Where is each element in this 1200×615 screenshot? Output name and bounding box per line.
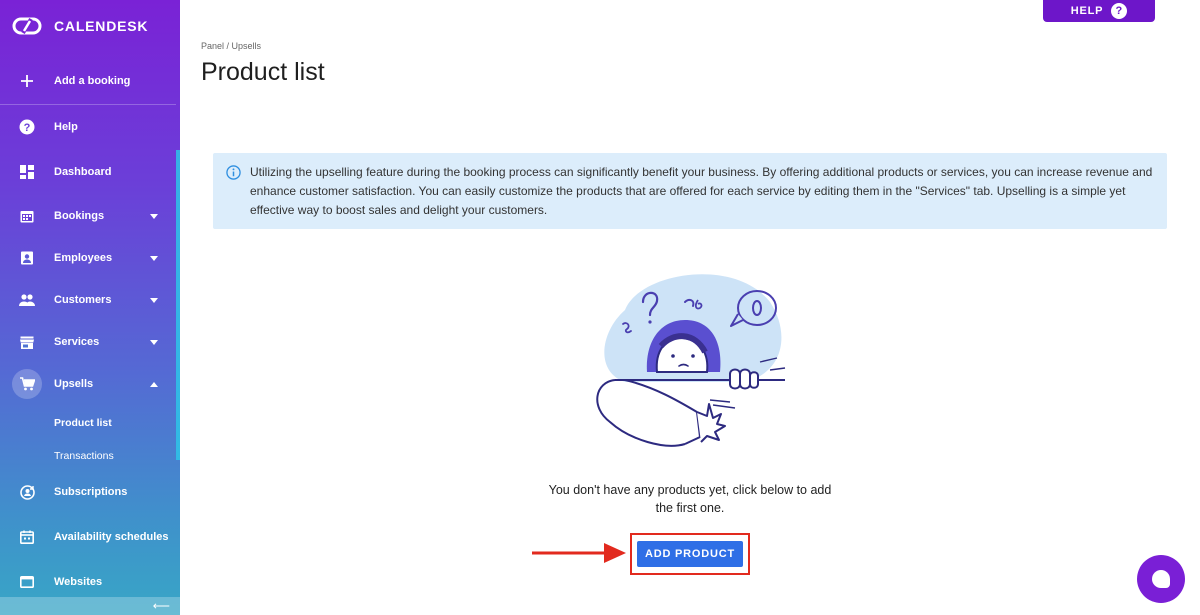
sidebar-item-label: Customers [54, 294, 112, 306]
calendar-icon [18, 207, 36, 225]
sidebar-item-label: Add a booking [54, 75, 131, 87]
sidebar-item-label: Help [54, 121, 78, 133]
question-circle-icon: ? [18, 118, 36, 136]
sidebar-item-label: Bookings [54, 210, 105, 222]
sidebar-item-subscriptions[interactable]: Subscriptions [0, 472, 176, 512]
sidebar-item-customers[interactable]: Customers [0, 280, 176, 320]
question-icon: ? [1111, 3, 1128, 19]
sidebar-item-services[interactable]: Services [0, 322, 176, 362]
empty-state-illustration [596, 274, 786, 447]
plus-icon [18, 72, 36, 90]
sidebar-item-help[interactable]: ? Help [0, 107, 176, 147]
help-button[interactable]: HELP ? [1043, 0, 1155, 22]
chevron-up-icon [150, 381, 158, 387]
sidebar-divider [0, 104, 176, 105]
sidebar-item-label: Websites [54, 576, 103, 588]
info-icon [226, 165, 241, 180]
sidebar-item-label: Dashboard [54, 166, 112, 178]
chevron-down-icon [150, 255, 158, 261]
sidebar-item-add-booking[interactable]: Add a booking [0, 61, 176, 101]
sidebar-item-employees[interactable]: Employees [0, 238, 176, 278]
schedule-calendar-icon [18, 528, 36, 546]
sidebar-subitem-product-list[interactable]: Product list [54, 417, 112, 429]
sidebar-item-label: Availability schedules [54, 531, 169, 543]
sidebar-item-dashboard[interactable]: Dashboard [0, 152, 176, 192]
id-badge-icon [18, 249, 36, 267]
sidebar-scrollbar[interactable] [176, 150, 180, 460]
arrow-left-icon: ⟵ [152, 599, 170, 613]
sidebar-item-label: Services [54, 336, 100, 348]
sidebar: CALENDESK Add a booking ? Help Dashboard… [0, 0, 180, 615]
sidebar-item-label: Employees [54, 252, 113, 264]
sidebar-item-bookings[interactable]: Bookings [0, 196, 176, 236]
sidebar-item-label: Upsells [54, 378, 94, 390]
chevron-down-icon [150, 213, 158, 219]
help-label: HELP [1070, 5, 1104, 17]
breadcrumb: Panel / Upsells [201, 41, 262, 51]
dashboard-icon [18, 163, 36, 181]
cart-icon [18, 375, 36, 393]
chevron-down-icon [150, 297, 158, 303]
browser-window-icon [18, 573, 36, 591]
subscription-icon [18, 483, 36, 501]
sidebar-item-upsells[interactable]: Upsells [0, 364, 176, 404]
info-text: Utilizing the upselling feature during t… [250, 165, 1153, 217]
add-product-button[interactable]: ADD PRODUCT [637, 541, 743, 567]
chat-bubble-icon [1152, 570, 1170, 588]
sidebar-item-availability-schedules[interactable]: Availability schedules [0, 517, 176, 557]
chat-launcher-button[interactable] [1137, 555, 1185, 603]
chevron-down-icon [150, 339, 158, 345]
people-icon [18, 291, 36, 309]
sidebar-collapse-bar[interactable]: ⟵ [0, 597, 180, 615]
red-arrow-annotation [532, 543, 626, 563]
sidebar-item-websites[interactable]: Websites [0, 562, 176, 602]
highlight-frame: ADD PRODUCT [630, 533, 750, 575]
page-title: Product list [201, 58, 325, 86]
sidebar-subitem-transactions[interactable]: Transactions [54, 450, 114, 462]
brand-name: CALENDESK [54, 18, 149, 34]
info-alert: Utilizing the upselling feature during t… [213, 153, 1167, 229]
brand[interactable]: CALENDESK [12, 16, 148, 36]
store-icon [18, 333, 36, 351]
empty-state-text: You don't have any products yet, click b… [548, 483, 832, 515]
sidebar-item-label: Subscriptions [54, 486, 128, 498]
calendesk-logo-icon [12, 17, 42, 35]
svg-text:?: ? [24, 122, 31, 134]
